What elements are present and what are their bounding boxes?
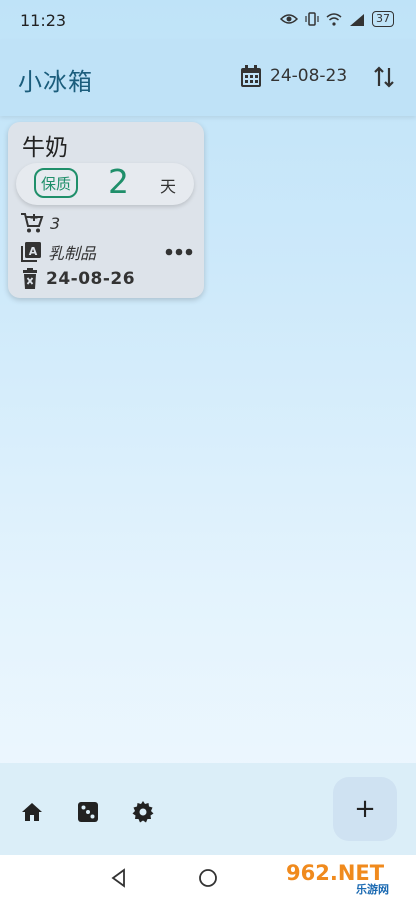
- shelf-life-pill: 保质 2 天: [16, 162, 194, 205]
- home-icon[interactable]: [20, 800, 44, 824]
- shelf-life-unit: 天: [160, 177, 177, 196]
- watermark-logo: 962.NET 乐游网: [280, 859, 410, 897]
- status-icons: 37: [280, 11, 394, 27]
- calendar-icon: [241, 65, 261, 87]
- category-icon: A: [21, 242, 41, 262]
- expiry-row: 24-08-26: [20, 268, 135, 290]
- sort-icon[interactable]: [372, 64, 396, 90]
- status-bar: 11:23 37: [0, 0, 416, 40]
- current-date: 24-08-23: [270, 66, 348, 86]
- more-options-icon[interactable]: [164, 243, 194, 261]
- item-expiry-date: 24-08-26: [46, 269, 136, 289]
- bottom-app-bar: +: [0, 763, 416, 855]
- watermark-sub-text: 乐游网: [356, 883, 389, 896]
- app-title: 小冰箱: [18, 68, 93, 96]
- back-icon[interactable]: [108, 867, 130, 889]
- settings-icon[interactable]: [131, 800, 155, 824]
- add-item-button[interactable]: +: [333, 777, 397, 841]
- battery-indicator: 37: [372, 11, 394, 27]
- dice-icon[interactable]: [76, 800, 100, 824]
- quantity-row: 3: [20, 212, 60, 234]
- app-bar: 小冰箱 24-08-23: [0, 40, 416, 116]
- item-name: 牛奶: [22, 135, 68, 161]
- wifi-icon: [326, 12, 342, 26]
- svg-text:A: A: [29, 245, 38, 258]
- cart-icon: [21, 213, 44, 233]
- trash-icon: [23, 268, 37, 289]
- shelf-life-days: 2: [108, 162, 129, 201]
- item-category: 乳制品: [48, 244, 97, 263]
- category-row: A 乳制品: [20, 240, 96, 264]
- shelf-life-badge: 保质: [34, 168, 78, 198]
- item-quantity: 3: [50, 213, 61, 233]
- date-picker-button[interactable]: 24-08-23: [240, 64, 347, 88]
- signal-icon: [350, 13, 364, 26]
- home-circle-icon[interactable]: [197, 867, 219, 889]
- system-nav-bar: 962.NET 乐游网: [0, 855, 416, 900]
- eye-icon: [280, 14, 298, 24]
- status-time: 11:23: [20, 11, 67, 30]
- item-card[interactable]: 牛奶 保质 2 天 3 A 乳制品 24-08-26: [8, 122, 204, 298]
- vibrate-icon: [305, 12, 319, 26]
